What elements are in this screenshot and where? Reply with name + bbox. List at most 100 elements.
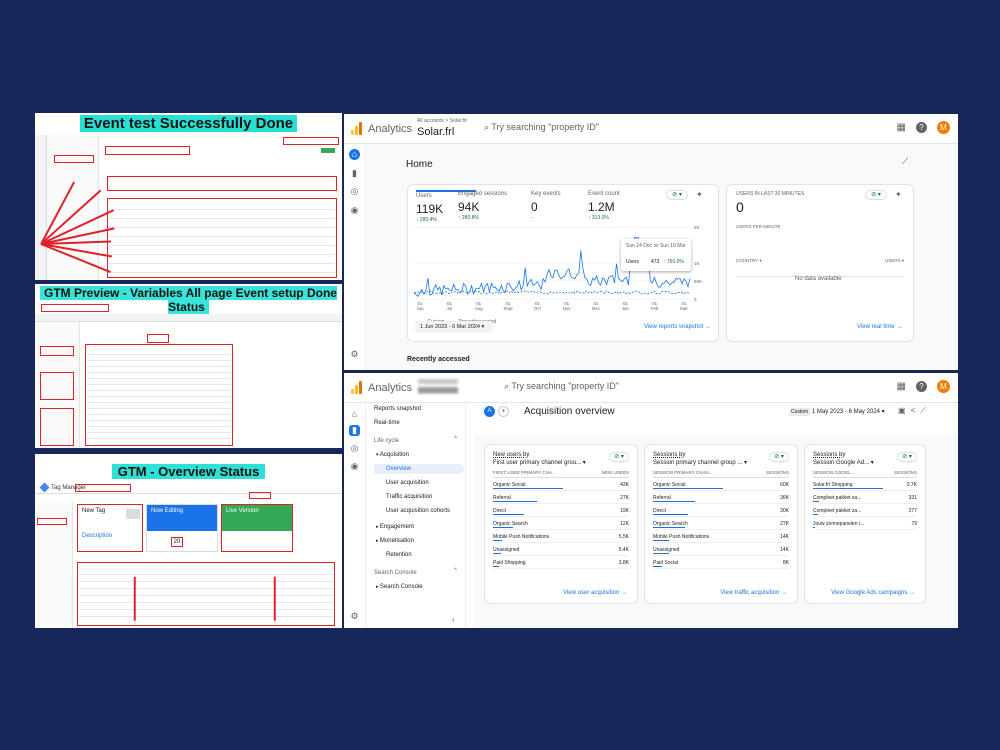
acq-date-range[interactable]: Custom 1 May 2023 - 6 May 2024 ▾	[789, 408, 885, 416]
ga-acq-search-input[interactable]: ⌕ Try searching "property ID"	[504, 381, 619, 392]
acq-card-compare-button[interactable]: ⊘ ▾	[897, 452, 917, 462]
avatar[interactable]: M	[937, 121, 950, 134]
reports-icon[interactable]: ▮	[349, 425, 360, 436]
apps-grid-icon[interactable]: ▦	[897, 381, 906, 392]
row-bar	[653, 513, 688, 515]
table-row[interactable]: Organic Search 12K	[493, 518, 629, 530]
table-row[interactable]: Unassigned 14K	[653, 544, 789, 556]
apps-grid-icon[interactable]: ▦	[897, 122, 906, 133]
table-row[interactable]: Referral 27K	[493, 492, 629, 504]
table-row[interactable]: Referral 36K	[653, 492, 789, 504]
gtm-preview-variables-tab[interactable]	[147, 334, 169, 343]
realtime-compare-button[interactable]: ⊘ ▾	[865, 190, 887, 200]
sidebar-item-12[interactable]: ▸ Search Console	[376, 584, 423, 590]
compare-button[interactable]: ⊘ ▾	[666, 190, 688, 200]
event-test-green-button[interactable]	[321, 148, 335, 153]
help-icon[interactable]: ?	[916, 381, 927, 392]
event-test-selected-item[interactable]	[54, 155, 94, 163]
gtm-preview-url-box[interactable]	[41, 304, 109, 312]
advertising-icon[interactable]: ◉	[349, 205, 360, 216]
table-row[interactable]: Direct 30K	[653, 505, 789, 517]
row-value: 60K	[780, 482, 789, 488]
settings-icon[interactable]: ⚙	[349, 611, 360, 622]
acq-card-dimension-select[interactable]: First user primary channel grou... ▾	[493, 459, 593, 466]
table-row[interactable]: Direct 19K	[493, 505, 629, 517]
gtm-overview-submit-box[interactable]	[249, 492, 271, 499]
table-row[interactable]: Paid Shopping 3.8K	[493, 557, 629, 569]
sidebar-item-1[interactable]: Real-time	[374, 420, 400, 426]
gtm-preview-sidebar-box-1[interactable]	[40, 346, 74, 356]
property-badge[interactable]: A	[484, 406, 495, 417]
table-row[interactable]: Organic Social 60K	[653, 479, 789, 491]
acq-card-link[interactable]: View user acquisition →	[563, 590, 627, 596]
x-tick-label: Oct	[534, 306, 542, 311]
acq-card-link[interactable]: View Google Ads campaigns →	[831, 590, 915, 596]
table-row[interactable]: Mobile Push Notifications 5.5K	[493, 531, 629, 543]
row-bar	[493, 552, 501, 554]
event-test-workspace-select[interactable]	[283, 137, 339, 145]
life-cycle-collapse-icon[interactable]: ^	[454, 436, 457, 442]
sidebar-item-3[interactable]: ▾ Acquisition	[376, 452, 409, 458]
acq-card-compare-button[interactable]: ⊘ ▾	[769, 452, 789, 462]
sidebar-item-6[interactable]: Traffic acquisition	[386, 494, 432, 500]
reports-icon[interactable]: ▮	[349, 168, 360, 179]
home-icon[interactable]: ⌂	[349, 149, 360, 160]
table-row[interactable]: Paid Social 8K	[653, 557, 789, 569]
search-console-collapse-icon[interactable]: ^	[454, 568, 457, 574]
avatar[interactable]: M	[937, 380, 950, 393]
sidebar-item-11[interactable]: Search Console	[374, 570, 417, 576]
table-row[interactable]: Organic Search 27K	[653, 518, 789, 530]
sidebar-item-5[interactable]: User acquisition	[386, 480, 429, 486]
table-row[interactable]: Unassigned 5.4K	[493, 544, 629, 556]
table-row[interactable]: Mobile Push Notifications 14K	[653, 531, 789, 543]
view-realtime-link[interactable]: View real time →	[857, 324, 902, 330]
sidebar-item-10[interactable]: Retention	[386, 552, 412, 558]
advertising-icon[interactable]: ◉	[349, 461, 360, 472]
add-comparison-icon[interactable]: +	[498, 406, 509, 417]
x-tick-label: Aug	[475, 306, 484, 311]
acq-card-link[interactable]: View traffic acquisition →	[720, 590, 787, 596]
gtm-overview-account-box[interactable]	[75, 484, 131, 492]
table-row[interactable]: Solar.frl Shopping 3.7K	[813, 479, 917, 491]
gtm-new-tag-card[interactable]: New Tag Description	[77, 504, 143, 552]
sidebar-item-8[interactable]: ▸ Engagement	[376, 524, 414, 530]
metric-3[interactable]: Event count 1.2M ↑ 313.0%	[588, 190, 648, 224]
table-row[interactable]: Compleet pakket za... 277	[813, 505, 917, 517]
blurred-account-selector[interactable]	[418, 379, 458, 395]
sparkle-icon[interactable]: ✦	[696, 190, 703, 199]
gtm-now-editing-title: Now Editing	[151, 508, 184, 514]
acq-card-compare-button[interactable]: ⊘ ▾	[609, 452, 629, 462]
insights-icon[interactable]: ⟋	[920, 406, 926, 416]
ga-property-name[interactable]: Solar.frl	[417, 126, 454, 138]
home-icon[interactable]: ⌂	[349, 409, 360, 420]
sidebar-item-9[interactable]: ▸ Monetisation	[376, 538, 414, 544]
sidebar-item-2[interactable]: Life cycle	[374, 438, 399, 444]
realtime-country[interactable]: COUNTRY ▾	[736, 258, 762, 264]
metric-2[interactable]: Key events 0-	[531, 190, 591, 224]
ga-search-input[interactable]: ⌕ Try searching "property ID"	[484, 122, 599, 133]
view-reports-link[interactable]: View reports snapshot →	[644, 324, 711, 330]
sidebar-item-0[interactable]: Reports snapshot	[374, 406, 421, 412]
table-row[interactable]: Compleet pakket sa... 331	[813, 492, 917, 504]
sidebar-item-7[interactable]: User acquisition cohorts	[386, 508, 450, 514]
realtime-users[interactable]: USERS ▾	[885, 258, 904, 264]
metric-1[interactable]: Engaged sessions 94K ↑ 280.8%	[458, 190, 518, 224]
table-row[interactable]: Organic Social 43K	[493, 479, 629, 491]
collapse-sidebar-icon[interactable]: ‹	[452, 615, 455, 624]
explore-icon[interactable]: ◎	[349, 443, 360, 454]
gtm-preview-sidebar-box-2[interactable]	[40, 372, 74, 400]
share-icon[interactable]: <	[911, 406, 916, 416]
help-icon[interactable]: ?	[916, 122, 927, 133]
insights-icon[interactable]: ⟋	[902, 156, 908, 167]
gtm-overview-sidebar-selected[interactable]	[37, 518, 67, 525]
customize-report-icon[interactable]: ▣	[898, 406, 906, 416]
explore-icon[interactable]: ◎	[349, 186, 360, 197]
acq-card-dimension-select[interactable]: Session primary channel group ... ▾	[653, 459, 753, 466]
table-row[interactable]: Jouw zonnepanelen i... 79	[813, 518, 917, 530]
date-range-button[interactable]: 1 Jun 2023 - 6 Mar 2024 ▾	[415, 321, 493, 333]
settings-icon[interactable]: ⚙	[349, 349, 360, 360]
gtm-preview-sidebar-box-3[interactable]	[40, 408, 74, 446]
sidebar-item-4[interactable]: Overview	[374, 464, 464, 474]
ga-account-path[interactable]: All accounts > Solar.frl	[417, 118, 467, 124]
realtime-sparkle-icon[interactable]: ✦	[895, 190, 902, 199]
